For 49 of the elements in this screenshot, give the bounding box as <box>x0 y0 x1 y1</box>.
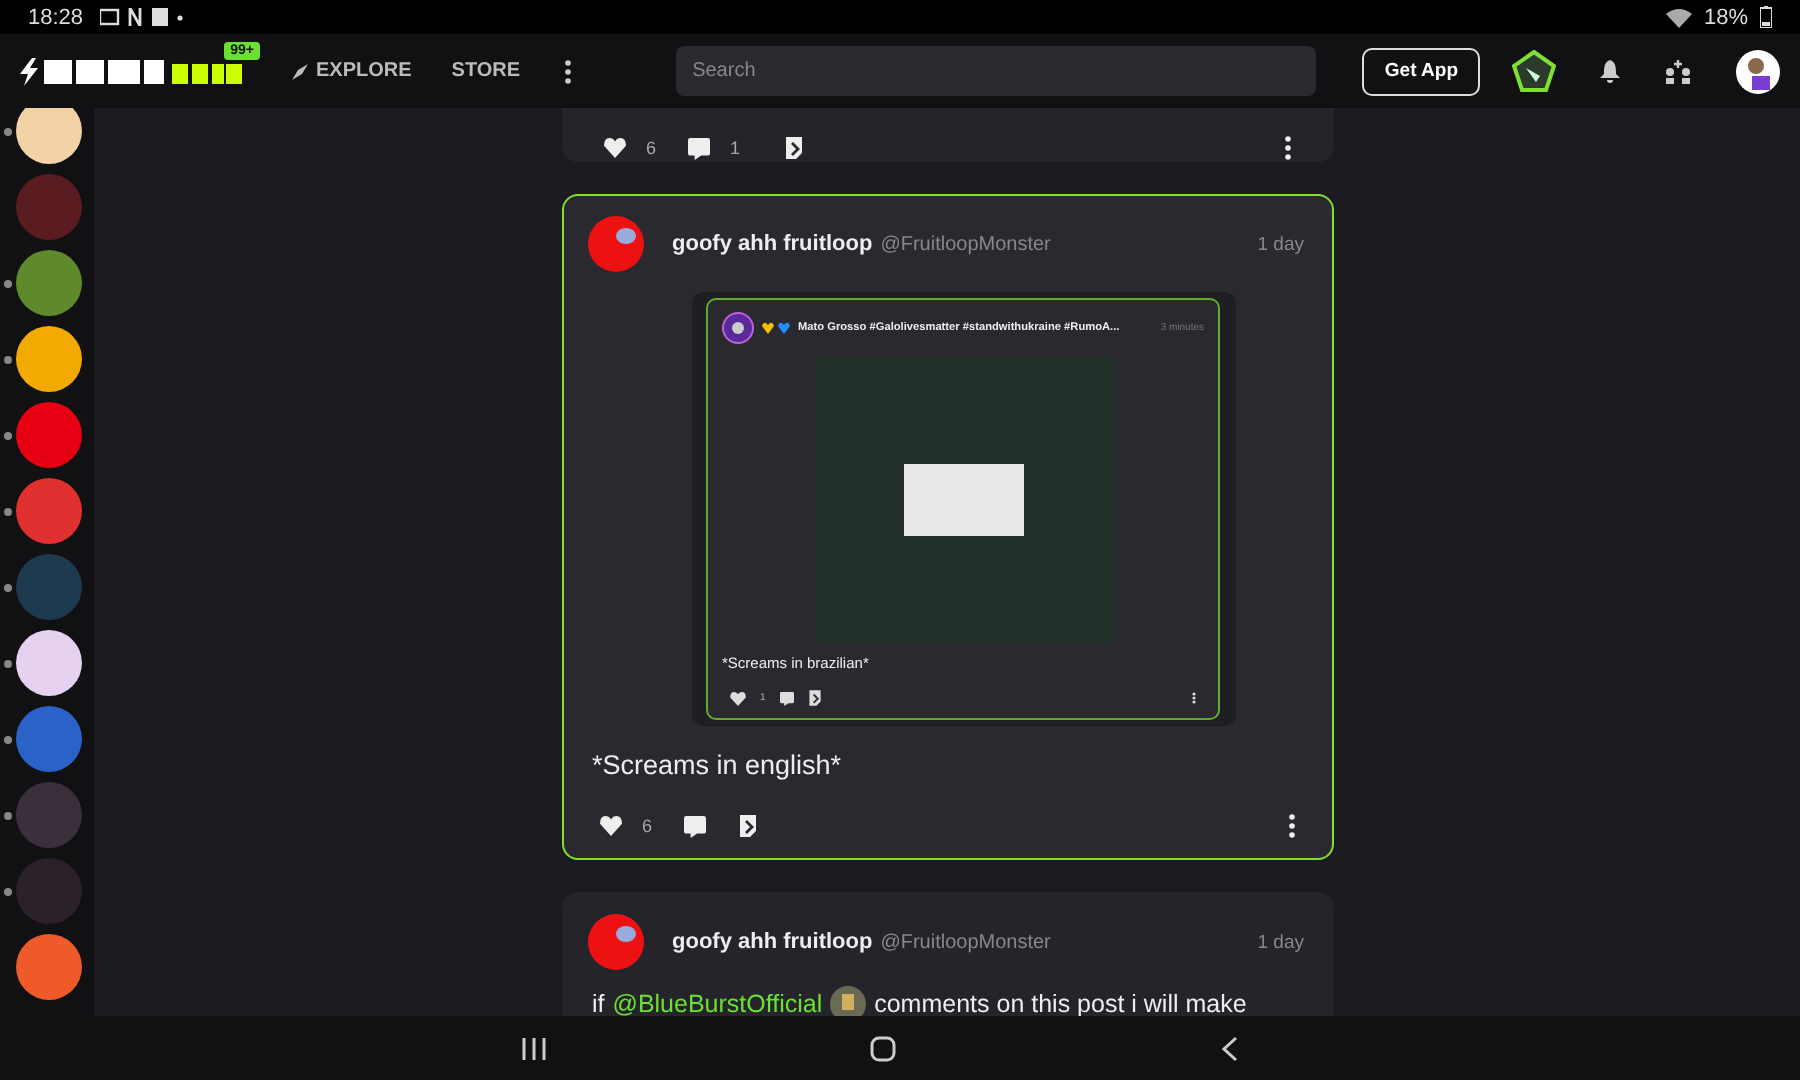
wifi-icon <box>1665 7 1692 27</box>
bell-icon[interactable] <box>1600 59 1620 83</box>
pentagon-icon[interactable] <box>1512 49 1556 93</box>
comment-icon[interactable] <box>779 691 794 705</box>
like-count: 6 <box>642 816 653 836</box>
community-icon[interactable] <box>16 630 82 696</box>
share-icon[interactable] <box>738 814 759 838</box>
notification-icons <box>99 8 184 26</box>
search-field[interactable]: Search <box>676 46 1317 96</box>
recent-apps-button[interactable] <box>522 1037 547 1059</box>
battery-icon <box>1760 6 1772 28</box>
compass-icon <box>292 63 308 79</box>
get-app-button[interactable]: Get App <box>1362 47 1480 95</box>
heart-icon[interactable] <box>600 816 622 836</box>
avatar-icon[interactable] <box>1736 49 1780 93</box>
author-name[interactable]: goofy ahh fruitloop <box>672 232 873 256</box>
author-name[interactable]: goofy ahh fruitloop <box>672 930 873 954</box>
battery-level: 18% <box>1703 5 1748 29</box>
back-button[interactable] <box>1221 1035 1238 1061</box>
people-icon[interactable] <box>1664 59 1692 83</box>
more-icon[interactable] <box>564 59 573 83</box>
heart-pair-icon <box>762 322 790 334</box>
community-icon[interactable] <box>16 108 82 164</box>
mention-link[interactable]: @BlueBurstOfficial <box>612 990 823 1016</box>
user-avatar[interactable] <box>588 216 644 272</box>
user-avatar <box>722 312 754 344</box>
post-text: *Screams in english* <box>592 750 844 780</box>
comment-count: 1 <box>730 138 741 158</box>
community-icon[interactable] <box>16 326 82 392</box>
nav-link[interactable]: EXPLORE <box>292 60 412 82</box>
author-handle[interactable]: @FruitloopMonster <box>880 931 1051 953</box>
share-icon[interactable] <box>784 136 805 160</box>
like-count: 6 <box>646 138 657 158</box>
home-button[interactable] <box>870 1035 897 1061</box>
heart-icon[interactable] <box>730 691 746 705</box>
game-jolt-logo[interactable] <box>20 57 244 85</box>
post-time: 1 day <box>1257 233 1304 255</box>
comment-icon[interactable] <box>684 815 707 837</box>
more-icon[interactable] <box>1284 136 1292 160</box>
share-icon[interactable] <box>807 690 822 706</box>
user-avatar[interactable] <box>588 914 644 970</box>
comment-icon[interactable] <box>688 137 711 159</box>
community-icon[interactable] <box>16 934 82 1000</box>
nav-link[interactable]: STORE <box>451 60 521 82</box>
status-time: 18:28 <box>28 5 84 29</box>
post-time: 1 day <box>1257 931 1304 953</box>
author-handle[interactable]: @FruitloopMonster <box>880 233 1051 255</box>
more-icon[interactable] <box>1288 814 1296 838</box>
heart-icon[interactable] <box>604 138 626 158</box>
